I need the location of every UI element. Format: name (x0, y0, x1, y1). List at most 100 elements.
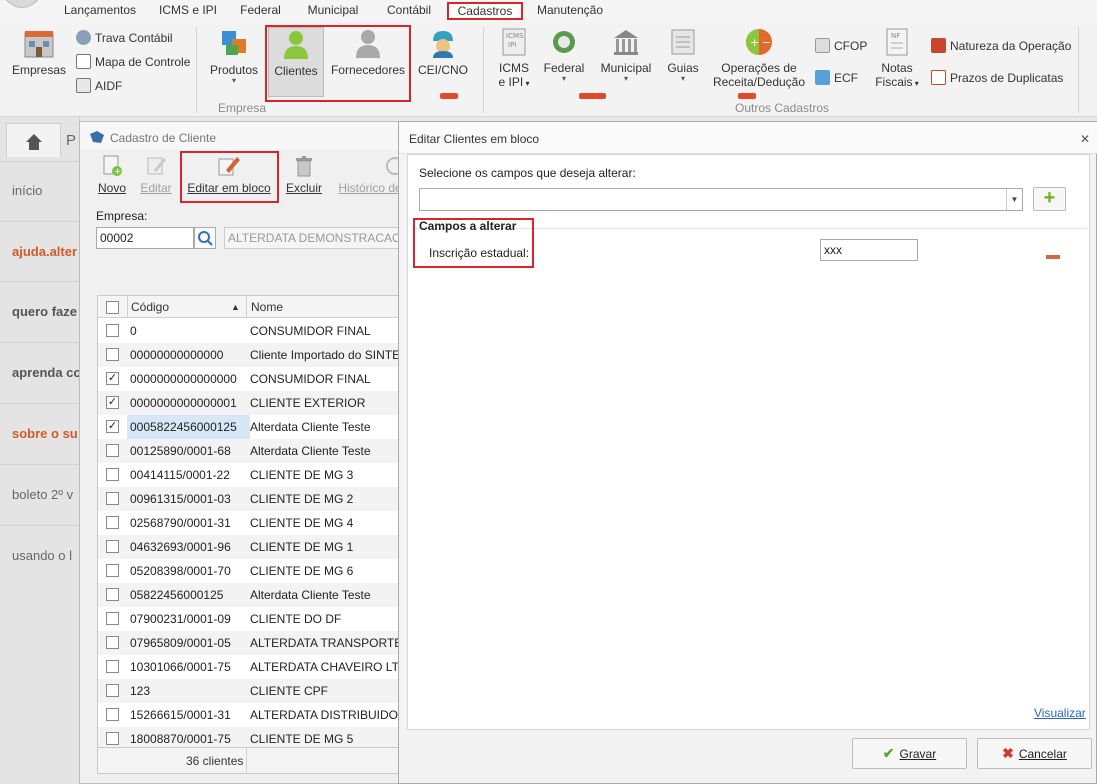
row-checkbox[interactable] (106, 348, 119, 361)
federal-button[interactable]: Federal ▾ (540, 27, 588, 83)
row-checkbox[interactable]: ✓ (106, 420, 119, 433)
operacoes-button[interactable]: + − Operações de Receita/Dedução (709, 27, 809, 89)
panel-item-usando[interactable]: usando o l (12, 548, 72, 563)
aidf-button[interactable]: AIDF (76, 78, 122, 93)
table-row[interactable]: 00961315/0001-03 CLIENTE DE MG 2 (98, 487, 409, 511)
cell-nome: CONSUMIDOR FINAL (250, 324, 371, 338)
table-row[interactable]: 07900231/0001-09 CLIENTE DO DF (98, 607, 409, 631)
app-menu-button[interactable] (2, 0, 42, 8)
table-row[interactable]: 05822456000125 Alterdata Cliente Teste (98, 583, 409, 607)
municipal-button[interactable]: Municipal ▾ (595, 27, 657, 83)
inscricao-estadual-input[interactable]: xxx (820, 239, 918, 261)
row-checkbox[interactable] (106, 324, 119, 337)
cell-codigo: 15266615/0001-31 (130, 708, 231, 722)
table-row[interactable]: 18008870/0001-75 CLIENTE DE MG 5 (98, 727, 409, 747)
client-count: 36 clientes (186, 754, 244, 768)
row-checkbox[interactable] (106, 636, 119, 649)
row-checkbox[interactable] (106, 612, 119, 625)
row-checkbox[interactable] (106, 732, 119, 745)
table-row[interactable]: 00125890/0001-68 Alterdata Cliente Teste (98, 439, 409, 463)
panel-item-aprenda[interactable]: aprenda co (12, 365, 81, 380)
row-checkbox[interactable] (106, 564, 119, 577)
tab-manutencao[interactable]: Manutenção (530, 2, 610, 20)
cei-cno-button[interactable]: CEI/CNO (416, 27, 470, 77)
chevron-down-icon[interactable]: ▼ (1006, 189, 1022, 210)
row-checkbox[interactable] (106, 660, 119, 673)
table-row[interactable]: ✓ 0000000000000001 CLIENTE EXTERIOR (98, 391, 409, 415)
row-checkbox[interactable] (106, 540, 119, 553)
chevron-down-icon: ▾ (523, 79, 530, 88)
cancelar-button[interactable]: ✖ Cancelar (977, 738, 1092, 769)
natureza-operacao-button[interactable]: Natureza da Operação (931, 38, 1071, 53)
row-checkbox[interactable] (106, 516, 119, 529)
table-row[interactable]: 0 CONSUMIDOR FINAL (98, 319, 409, 343)
close-icon[interactable]: ✕ (1080, 132, 1090, 146)
tab-federal[interactable]: Federal (233, 2, 288, 20)
table-row[interactable]: 123 CLIENTE CPF (98, 679, 409, 703)
row-checkbox[interactable] (106, 684, 119, 697)
select-all-checkbox[interactable] (106, 301, 119, 314)
panel-item-ajuda[interactable]: ajuda.alter (12, 244, 77, 259)
guias-button[interactable]: Guias ▾ (662, 27, 704, 83)
row-checkbox[interactable] (106, 492, 119, 505)
tab-municipal[interactable]: Municipal (298, 2, 368, 20)
cfop-button[interactable]: CFOP (815, 38, 867, 53)
tab-contabil[interactable]: Contábil (378, 2, 440, 20)
produtos-button[interactable]: Produtos ▾ (204, 27, 264, 85)
editar-em-bloco-dialog: Editar Clientes em bloco ✕ Selecione os … (398, 121, 1097, 784)
trava-contabil-button[interactable]: Trava Contábil (76, 30, 173, 45)
panel-item-quero-fazer[interactable]: quero faze (12, 304, 77, 319)
cell-nome: CLIENTE DO DF (250, 612, 342, 626)
historico-button[interactable]: Histórico de (334, 155, 406, 195)
row-checkbox[interactable]: ✓ (106, 372, 119, 385)
ecf-button[interactable]: ECF (815, 70, 858, 85)
notas-fiscais-button[interactable]: NF Notas Fiscais ▾ (872, 27, 922, 89)
table-row[interactable]: 07965809/0001-05 ALTERDATA TRANSPORTES L (98, 631, 409, 655)
home-tab[interactable] (6, 123, 61, 157)
table-row[interactable]: 00414115/0001-22 CLIENTE DE MG 3 (98, 463, 409, 487)
table-row[interactable]: ✓ 0005822456000125 Alterdata Cliente Teste (98, 415, 409, 439)
natureza-icon (931, 38, 946, 53)
add-field-button[interactable]: + (1033, 187, 1066, 211)
icms-ipi-button[interactable]: ICMS IPI ICMS e IPI ▾ (492, 27, 536, 89)
table-row[interactable]: 00000000000000 Cliente Importado do SINTE… (98, 343, 409, 367)
empresa-search-button[interactable] (194, 227, 216, 249)
icms-ipi-label-2: e IPI (498, 75, 524, 89)
mapa-controle-button[interactable]: Mapa de Controle (76, 54, 190, 69)
row-checkbox[interactable] (106, 444, 119, 457)
tab-lancamentos[interactable]: Lançamentos (55, 2, 145, 20)
table-row[interactable]: 02568790/0001-31 CLIENTE DE MG 4 (98, 511, 409, 535)
table-row[interactable]: 04632693/0001-96 CLIENTE DE MG 1 (98, 535, 409, 559)
panel-item-boleto[interactable]: boleto 2º v (12, 487, 73, 502)
editar-button[interactable]: Editar (138, 155, 174, 195)
fields-combobox[interactable]: ▼ (419, 188, 1023, 211)
tab-icms-ipi[interactable]: ICMS e IPI (153, 2, 223, 20)
column-header-codigo[interactable]: Código (131, 300, 169, 314)
table-row[interactable]: 10301066/0001-75 ALTERDATA CHAVEIRO LTDA (98, 655, 409, 679)
divider (0, 221, 80, 222)
visualizar-link[interactable]: Visualizar (1034, 706, 1086, 720)
cancelar-label: Cancelar (1018, 747, 1067, 761)
empresa-code-input[interactable]: 00002 (96, 227, 194, 249)
row-checkbox[interactable] (106, 468, 119, 481)
row-checkbox[interactable] (106, 708, 119, 721)
table-row[interactable]: 15266615/0001-31 ALTERDATA DISTRIBUIDORA (98, 703, 409, 727)
novo-button[interactable]: + Novo (95, 155, 129, 195)
gravar-button[interactable]: ✔ Gravar (852, 738, 967, 769)
row-checkbox[interactable] (106, 588, 119, 601)
cancel-x-icon: ✖ (1002, 745, 1014, 761)
left-panel: P início ajuda.alter quero faze aprenda … (0, 117, 81, 784)
prazos-duplicatas-button[interactable]: Prazos de Duplicatas (931, 70, 1063, 85)
panel-item-inicio[interactable]: início (12, 183, 42, 198)
remove-field-button[interactable] (1046, 255, 1060, 259)
trash-icon (296, 156, 312, 177)
empresas-button[interactable]: Empresas (8, 27, 70, 77)
table-row[interactable]: ✓ 0000000000000000 CONSUMIDOR FINAL (98, 367, 409, 391)
panel-item-sobre[interactable]: sobre o su (12, 426, 78, 441)
column-header-nome[interactable]: Nome (251, 300, 283, 314)
table-row[interactable]: 05208398/0001-70 CLIENTE DE MG 6 (98, 559, 409, 583)
excluir-button[interactable]: Excluir (284, 155, 324, 195)
ribbon-separator (196, 27, 197, 113)
tab-cadastros[interactable]: Cadastros (447, 2, 523, 20)
row-checkbox[interactable]: ✓ (106, 396, 119, 409)
